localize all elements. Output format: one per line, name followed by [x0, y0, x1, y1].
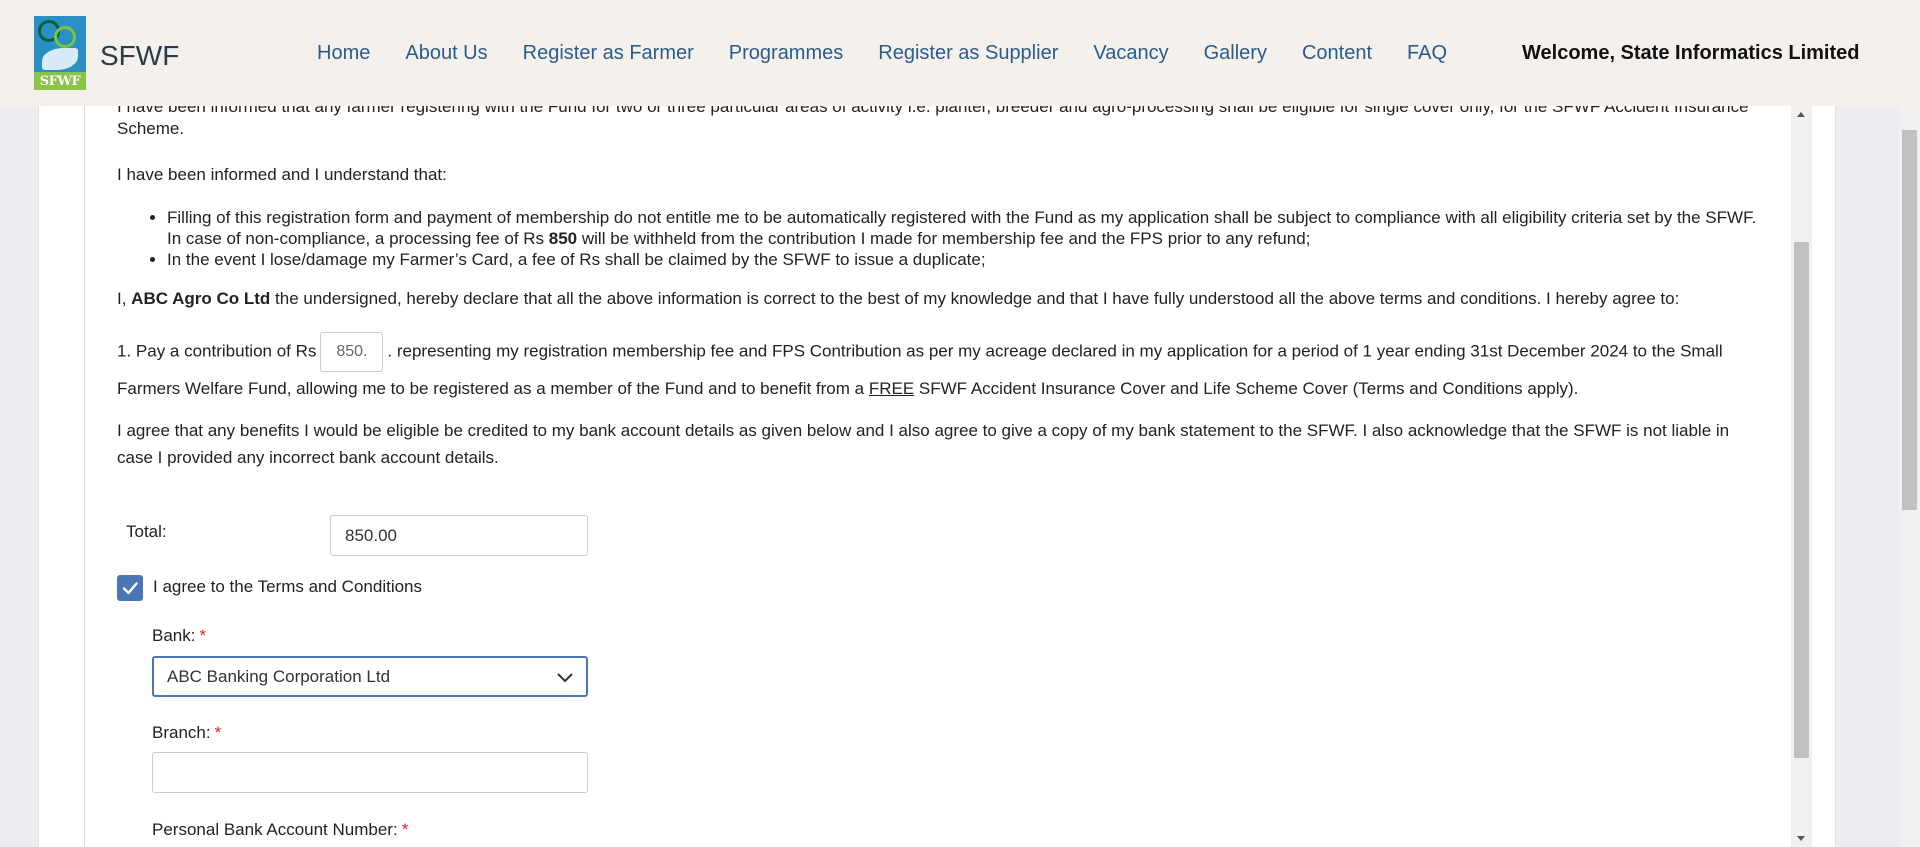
condition-item-2: In the event I lose/damage my Farmer’s C… [167, 249, 1762, 270]
nav-home[interactable]: Home [317, 42, 370, 65]
terms-checkbox[interactable] [117, 575, 143, 601]
checkmark-icon [122, 582, 138, 595]
scroll-down-arrow[interactable] [1797, 836, 1805, 841]
condition-1-text-b: will be withheld from the contribution I… [577, 229, 1311, 248]
scroll-up-arrow[interactable] [1797, 112, 1805, 117]
nav-vacancy[interactable]: Vacancy [1093, 42, 1168, 65]
total-label: Total: [126, 522, 167, 541]
branch-label: Branch: * [152, 723, 221, 743]
nav-content[interactable]: Content [1302, 42, 1372, 65]
branch-input[interactable] [152, 752, 588, 793]
processing-fee: 850 [548, 229, 578, 248]
scrollbar-thumb[interactable] [1794, 242, 1809, 758]
page-scrollbar-thumb[interactable] [1902, 130, 1917, 510]
conditions-list: Filling of this registration form and pa… [142, 207, 1762, 270]
bank-agreement-paragraph: I agree that any benefits I would be eli… [117, 421, 1730, 467]
free-label: FREE [868, 379, 915, 398]
logo-ring-2 [54, 26, 76, 48]
terms-label[interactable]: I agree to the Terms and Conditions [153, 577, 422, 597]
payment-text-c: SFWF Accident Insurance Cover and Life S… [914, 379, 1579, 398]
logo-leaf [42, 48, 78, 70]
contribution-input[interactable]: 850. [320, 332, 384, 372]
condition-item-1: Filling of this registration form and pa… [167, 207, 1762, 249]
declaration-text-b: the undersigned, hereby declare that all… [270, 289, 1680, 308]
payment-paragraph: 1. Pay a contribution of Rs 850.. represe… [117, 332, 1763, 406]
site-header: SFWF SFWF Home About Us Register as Farm… [0, 0, 1920, 106]
payment-text-a: 1. Pay a contribution of Rs [117, 341, 317, 361]
chevron-down-icon [557, 673, 573, 683]
branch-label-text: Branch: [152, 723, 211, 742]
declarant-name: ABC Agro Co Ltd [131, 289, 271, 308]
account-number-label-text: Personal Bank Account Number: [152, 820, 398, 839]
declaration-text-a: I, [117, 289, 132, 308]
declaration-paragraph: I, ABC Agro Co Ltd the undersigned, here… [117, 289, 1797, 309]
nav-register-farmer[interactable]: Register as Farmer [523, 42, 694, 65]
page-scrollbar[interactable] [1899, 106, 1920, 847]
required-asterisk: * [401, 820, 409, 839]
informed-heading: I have been informed and I understand th… [117, 165, 447, 184]
nav-gallery[interactable]: Gallery [1204, 42, 1267, 65]
nav-programmes[interactable]: Programmes [729, 42, 843, 65]
bank-label: Bank: * [152, 626, 206, 646]
logo-text: SFWF [39, 74, 81, 89]
nav-about-us[interactable]: About Us [405, 42, 487, 65]
bank-select-value: ABC Banking Corporation Ltd [167, 667, 391, 686]
required-asterisk: * [214, 723, 222, 742]
nav-register-supplier[interactable]: Register as Supplier [878, 42, 1058, 65]
account-number-label: Personal Bank Account Number: * [152, 820, 408, 840]
brand-name[interactable]: SFWF [100, 40, 179, 72]
sfwf-logo[interactable]: SFWF [34, 16, 86, 90]
bank-select[interactable]: ABC Banking Corporation Ltd [152, 656, 588, 697]
required-asterisk: * [199, 626, 207, 645]
form-scrollbar[interactable] [1791, 106, 1812, 847]
bank-label-text: Bank: [152, 626, 196, 645]
nav-faq[interactable]: FAQ [1407, 42, 1447, 65]
total-input[interactable]: 850.00 [330, 515, 588, 556]
main-nav: Home About Us Register as Farmer Program… [317, 42, 1482, 65]
welcome-user[interactable]: Welcome, State Informatics Limited [1522, 42, 1860, 65]
